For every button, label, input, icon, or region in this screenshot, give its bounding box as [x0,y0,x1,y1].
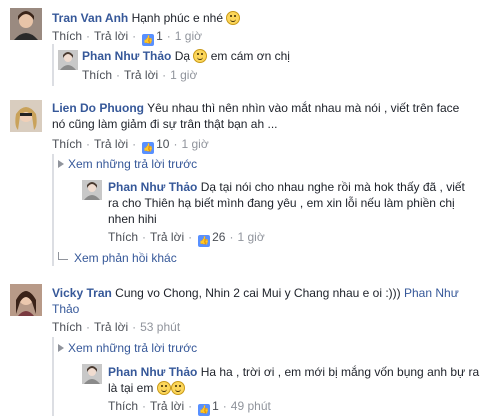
comment-actions: Thích · Trả lời · 👍 1 · 1 giờ [52,29,203,46]
comment-text: Hạnh phúc e nhé [131,11,223,25]
expand-arrow-icon [58,160,64,168]
like-thumb-icon: 👍 [198,404,211,416]
like-count[interactable]: 10 [156,137,169,151]
reply-link[interactable]: Trả lời [150,230,184,244]
comment-author[interactable]: Lien Do Phuong [52,101,144,115]
smile-emoji-icon [193,49,208,63]
view-previous-replies-link[interactable]: Xem những trả lời trước [58,157,197,171]
smile-emoji-icon [226,11,241,25]
reply-thread-line [52,154,54,266]
like-thumb-icon: 👍 [142,34,155,46]
view-previous-replies-label: Xem những trả lời trước [68,157,198,171]
reply-text-after: em cám ơn chị [210,49,290,63]
reply-link[interactable]: Trả lời [150,399,184,413]
timestamp[interactable]: 1 giờ [175,29,202,43]
like-link[interactable]: Thích [52,29,82,43]
reply-thread-line [52,337,54,416]
comment-author[interactable]: Tran Van Anh [52,11,128,25]
reply-author[interactable]: Phan Như Thảo [108,180,197,194]
like-link[interactable]: Thích [108,230,138,244]
avatar-phan-nhu-thao[interactable] [82,364,102,384]
avatar-vicky-tran[interactable] [10,284,42,316]
avatar-phan-nhu-thao[interactable] [82,180,102,200]
view-other-replies-link[interactable]: Xem phản hồi khác [58,251,177,265]
comment-author[interactable]: Vicky Tran [52,286,112,300]
reply-arrow-icon [58,252,68,260]
timestamp[interactable]: 53 phút [140,320,180,334]
like-count[interactable]: 1 [212,399,219,413]
timestamp[interactable]: 1 giờ [181,137,208,151]
expand-arrow-icon [58,344,64,352]
reply-actions: Thích · Trả lời · 👍 1 · 49 phút [108,399,271,416]
like-link[interactable]: Thích [108,399,138,413]
view-previous-replies-link[interactable]: Xem những trả lời trước [58,341,197,355]
view-previous-replies-label: Xem những trả lời trước [68,341,198,355]
reply-link[interactable]: Trả lời [94,320,128,334]
smile-emoji-icon [170,381,185,395]
view-other-replies-label: Xem phản hồi khác [74,251,177,265]
like-link[interactable]: Thích [82,68,112,82]
timestamp[interactable]: 1 giờ [237,230,264,244]
reply-thread-line [52,44,54,86]
like-thumb-icon: 👍 [198,235,211,247]
like-link[interactable]: Thích [52,320,82,334]
avatar-lien-do-phuong[interactable] [10,100,42,132]
reply-text: Dạ [174,49,191,63]
reply-link[interactable]: Trả lời [94,137,128,151]
comment-actions: Thích · Trả lời · 👍 10 · 1 giờ [52,137,209,154]
comment-actions: Thích · Trả lời · 53 phút [52,320,181,334]
reply-actions: Thích · Trả lời · 👍 26 · 1 giờ [108,230,265,247]
reply-author[interactable]: Phan Như Thảo [108,365,197,379]
like-thumb-icon: 👍 [142,142,155,154]
avatar-phan-nhu-thao[interactable] [58,50,78,70]
like-count[interactable]: 26 [212,230,225,244]
like-count[interactable]: 1 [156,29,163,43]
reply-author[interactable]: Phan Như Thảo [82,49,171,63]
timestamp[interactable]: 49 phút [231,399,271,413]
reply-actions: Thích · Trả lời · 1 giờ [82,68,198,82]
like-link[interactable]: Thích [52,137,82,151]
comment-text: Cung vo Chong, Nhin 2 cai Mui y Chang nh… [115,286,404,300]
reply-link[interactable]: Trả lời [94,29,128,43]
timestamp[interactable]: 1 giờ [170,68,197,82]
avatar-tran-van-anh[interactable] [10,8,42,40]
smile-emoji-icon [156,381,171,395]
reply-link[interactable]: Trả lời [124,68,158,82]
